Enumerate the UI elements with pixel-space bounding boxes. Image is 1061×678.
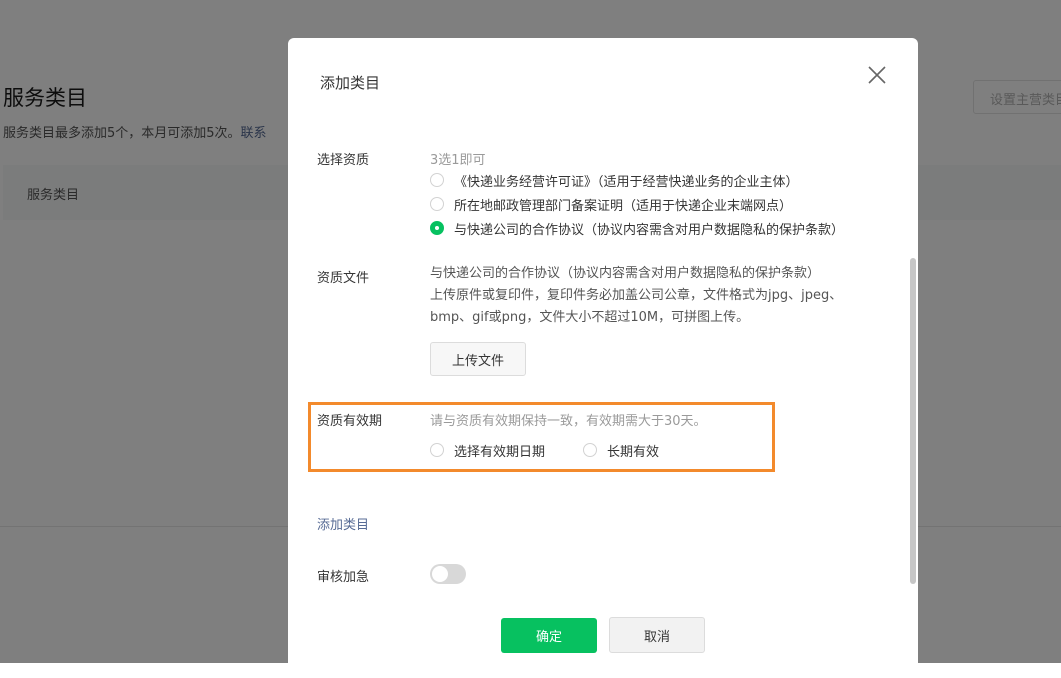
qualification-option-agreement[interactable]: 与快递公司的合作协议（协议内容需含对用户数据隐私的保护条款） [430,218,844,238]
validity-option-long-term[interactable]: 长期有效 [583,440,659,460]
validity-label: 资质有效期 [317,414,383,429]
expedite-toggle[interactable] [430,564,466,584]
radio-unchecked-icon[interactable] [583,443,597,457]
toggle-knob [432,566,448,582]
radio-unchecked-icon[interactable] [430,443,444,457]
radio-checked-icon[interactable] [430,221,444,235]
close-icon[interactable] [865,63,889,87]
add-category-link[interactable]: 添加类目 [317,514,369,533]
dialog-title: 添加类目 [320,74,381,92]
cancel-button[interactable]: 取消 [609,617,705,653]
validity-hint: 请与资质有效期保持一致，有效期需大于30天。 [430,414,707,429]
upload-file-button[interactable]: 上传文件 [430,342,526,376]
qualification-option-license[interactable]: 《快递业务经营许可证》（适用于经营快递业务的企业主体） [430,170,799,190]
expedite-label: 审核加急 [317,570,370,585]
dialog-scrollbar[interactable] [910,258,916,584]
qualification-option-filing[interactable]: 所在地邮政管理部门备案证明（适用于快递企业末端网点） [430,194,792,214]
qualification-file-label: 资质文件 [317,271,370,286]
validity-option-select-date[interactable]: 选择有效期日期 [430,440,545,460]
qualification-label: 选择资质 [317,153,370,168]
radio-unchecked-icon[interactable] [430,173,444,187]
add-category-dialog: 添加类目 选择资质 3选1即可 《快递业务经营许可证》（适用于经营快递业务的企业… [288,38,918,678]
confirm-button[interactable]: 确定 [501,618,597,653]
qualification-file-description: 与快递公司的合作协议（协议内容需含对用户数据隐私的保护条款） 上传原件或复印件，… [430,266,843,325]
qualification-hint: 3选1即可 [430,153,486,168]
radio-unchecked-icon[interactable] [430,197,444,211]
